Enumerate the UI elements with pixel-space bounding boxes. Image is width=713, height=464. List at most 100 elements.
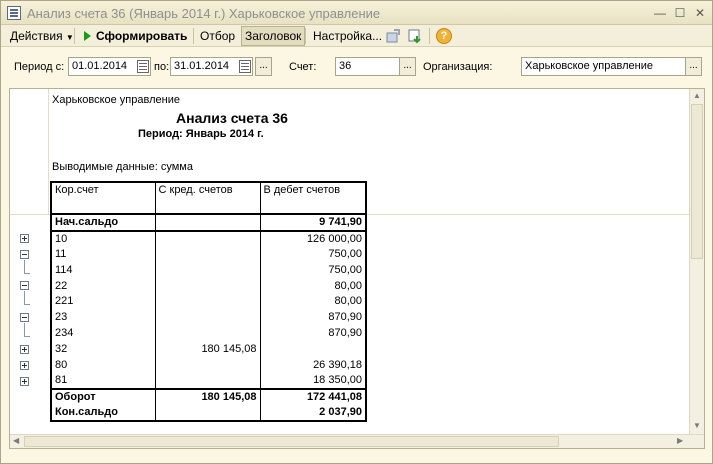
debit-cell [259,341,367,358]
table-row[interactable]: 10 126 000,00 [50,231,367,247]
scroll-right-icon[interactable]: ▶ [677,436,683,446]
column-header: С кред. счетов [154,181,261,215]
grouping-gutter [10,89,48,448]
close-icon[interactable]: ✕ [693,6,707,20]
debit-cell: 870,90 [259,325,367,342]
analysis-table: Кор.счет С кред. счетов В дебет счетов Н… [50,181,367,423]
tree-line [24,291,25,304]
credit-cell [154,231,261,247]
expand-icon[interactable] [20,377,29,386]
debit-cell: 172 441,08 [259,388,367,406]
report-window: Анализ счета 36 (Январь 2014 г.) Харьков… [0,0,713,464]
horizontal-scroll-thumb[interactable] [24,436,559,447]
horizontal-scrollbar[interactable]: ◀ ▶ [10,434,704,448]
period-select-button[interactable]: ... [255,57,272,76]
credit-cell [154,294,261,311]
credit-cell: 180 145,08 [154,388,261,406]
toolbar-separator [429,28,430,44]
account-select-button[interactable]: ... [399,57,416,76]
credit-cell [154,373,261,390]
scroll-left-icon[interactable]: ◀ [13,436,19,446]
table-row[interactable]: 221 80,00 [50,294,367,311]
maximize-icon[interactable]: ☐ [673,6,687,20]
debit-cell: 750,00 [259,262,367,279]
report-organization: Харьковское управление [52,94,180,106]
debit-cell: 126 000,00 [259,231,367,247]
table-row[interactable]: 11 750,00 [50,247,367,263]
account-cell: 10 [50,231,156,247]
period-to-input[interactable]: 31.01.2014 [170,57,253,76]
organization-input[interactable]: Харьковское управление [521,57,687,76]
account-cell: 23 [50,310,156,326]
toolbar-separator [193,28,194,44]
collapse-icon[interactable] [20,313,29,322]
account-cell: 81 [50,373,156,390]
turnover-row: Оборот 180 145,08 172 441,08 [50,388,367,406]
table-row[interactable]: 81 18 350,00 [50,373,367,390]
actions-menu[interactable]: Действия ▼ [7,27,77,45]
toolbar: Действия ▼ Сформировать Отбор Заголовок … [1,25,712,47]
period-from-value: 01.01.2014 [72,60,128,72]
account-cell: 80 [50,357,156,374]
credit-cell [154,405,261,423]
header-divider-vertical [48,89,49,214]
toolbar-separator [74,28,75,44]
minimize-icon[interactable]: — [653,6,667,20]
table-row[interactable]: 234 870,90 [50,325,367,342]
settings-button[interactable]: Настройка... [310,27,385,45]
calendar-icon[interactable] [239,60,251,73]
account-cell: 32 [50,341,156,358]
expand-icon[interactable] [20,345,29,354]
table-row[interactable]: 32 180 145,08 [50,341,367,358]
vertical-scrollbar[interactable]: ▲ ▼ [689,89,704,434]
expand-icon[interactable] [20,234,29,243]
title-bar: Анализ счета 36 (Январь 2014 г.) Харьков… [1,1,712,25]
scroll-up-icon[interactable]: ▲ [693,91,701,101]
header-toggle-button[interactable]: Заголовок [241,26,306,46]
report-spreadsheet[interactable]: Харьковское управление Анализ счета 36 П… [9,88,705,449]
generate-button[interactable]: Сформировать [81,27,190,45]
account-input[interactable]: 36 [335,57,401,76]
column-header: Кор.счет [50,181,156,215]
credit-cell: 180 145,08 [154,341,261,358]
row-label: Оборот [50,388,156,406]
credit-cell [154,278,261,295]
tree-line [24,260,25,273]
period-from-input[interactable]: 01.01.2014 [68,57,151,76]
debit-cell: 750,00 [259,247,367,263]
period-from-label: Период с: [14,61,65,73]
save-settings-icon[interactable] [385,28,401,44]
tree-line [24,304,30,305]
collapse-icon[interactable] [20,250,29,259]
credit-cell [154,357,261,374]
table-row[interactable]: 23 870,90 [50,310,367,326]
column-header: В дебет счетов [259,181,367,215]
dropdown-arrow-icon: ▼ [65,33,74,42]
debit-cell: 9 741,90 [259,214,367,232]
organization-select-button[interactable]: ... [685,57,702,76]
credit-cell [154,310,261,326]
scroll-down-icon[interactable]: ▼ [693,421,701,431]
table-row[interactable]: 22 80,00 [50,278,367,295]
actions-label: Действия [10,29,63,43]
table-row[interactable]: 80 26 390,18 [50,357,367,374]
restore-settings-icon[interactable] [407,28,423,44]
calendar-icon[interactable] [137,60,149,73]
tree-line [24,273,30,274]
tree-line [24,323,25,336]
table-row[interactable]: 114 750,00 [50,262,367,279]
account-cell: 234 [50,325,156,342]
collapse-icon[interactable] [20,281,29,290]
organization-value: Харьковское управление [525,60,653,72]
toolbar-separator [305,28,306,44]
help-icon[interactable]: ? [436,28,452,44]
organization-label: Организация: [423,61,493,73]
generate-label: Сформировать [96,29,188,43]
account-label: Счет: [289,61,317,73]
vertical-scroll-thumb[interactable] [691,104,703,259]
play-icon [84,31,91,41]
credit-cell [154,325,261,342]
expand-icon[interactable] [20,361,29,370]
filter-panel: Период с: 01.01.2014 по: 31.01.2014 ... … [1,48,712,86]
filter-button[interactable]: Отбор [197,27,238,45]
